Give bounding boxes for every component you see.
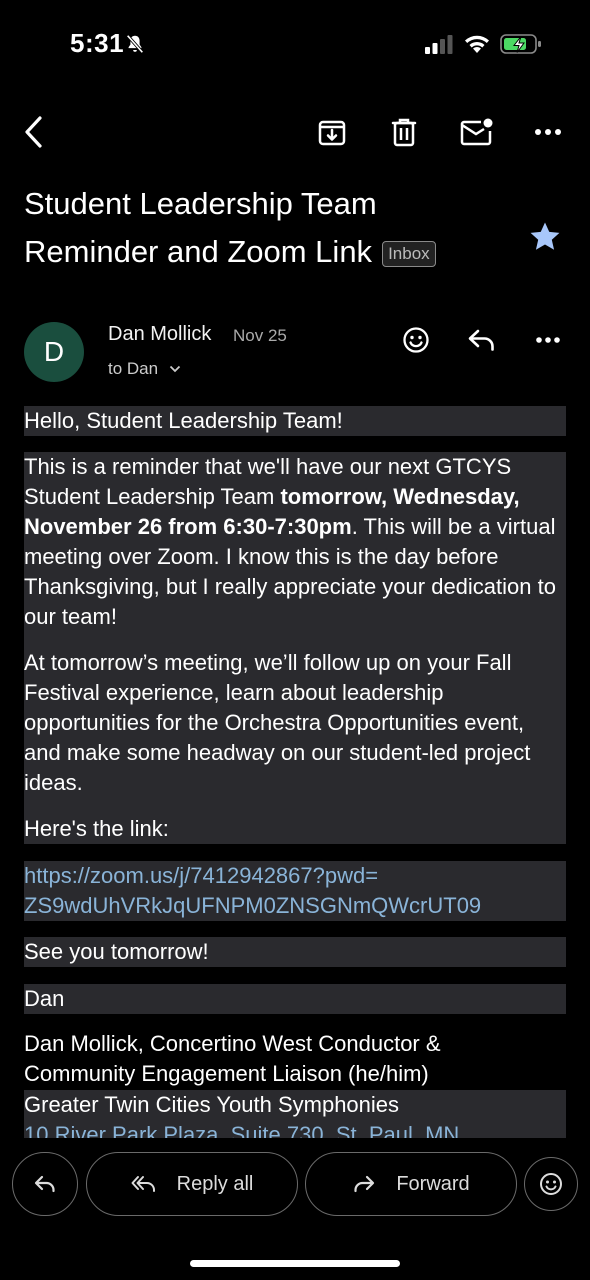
signature-org: Greater Twin Cities Youth Symphonies 10 …	[24, 1090, 566, 1138]
greeting-text: Hello, Student Leadership Team!	[24, 406, 566, 436]
archive-button[interactable]	[312, 112, 352, 152]
message-toolbar	[0, 100, 590, 164]
signoff-text: Dan	[24, 984, 566, 1014]
archive-icon	[318, 120, 346, 146]
bottom-action-bar: Reply all Forward	[0, 1140, 590, 1280]
sent-date: Nov 25	[233, 326, 287, 345]
back-button[interactable]	[14, 112, 54, 152]
sender-avatar[interactable]: D	[24, 322, 84, 382]
chevron-left-icon	[25, 116, 42, 148]
closing-text: See you tomorrow!	[24, 937, 566, 967]
message-more-button[interactable]	[528, 320, 568, 360]
forward-button[interactable]: Forward	[305, 1152, 517, 1216]
more-horizontal-icon	[535, 129, 561, 135]
zoom-link[interactable]: https://zoom.us/j/7412942867?pwd= ZS9wdU…	[24, 861, 566, 921]
message-paragraphs: This is a reminder that we'll have our n…	[24, 452, 566, 844]
trash-icon	[391, 118, 417, 147]
sender-name: Dan Mollick	[108, 323, 212, 345]
home-indicator[interactable]	[190, 1260, 400, 1267]
reply-all-label: Reply all	[176, 1172, 254, 1195]
paragraph-link-intro: Here's the link:	[24, 816, 169, 841]
battery-charging-icon	[500, 34, 541, 54]
smiley-icon	[403, 327, 429, 353]
delete-button[interactable]	[384, 112, 424, 152]
email-subject: Student Leadership Team Reminder and Zoo…	[24, 180, 494, 276]
chevron-down-icon	[169, 365, 180, 373]
more-options-button[interactable]	[528, 112, 568, 152]
inbox-label-badge[interactable]: Inbox	[382, 240, 436, 267]
forward-icon	[354, 1175, 375, 1193]
mark-unread-button[interactable]	[456, 112, 496, 152]
email-body: Hello, Student Leadership Team! This is …	[0, 398, 590, 1138]
reply-icon	[34, 1175, 55, 1193]
silent-bell-icon	[126, 34, 144, 54]
signature-title: Dan Mollick, Concertino West Conductor &…	[24, 1029, 566, 1089]
emoji-react-button[interactable]	[524, 1157, 578, 1211]
status-bar: 5:31	[0, 0, 590, 90]
wifi-icon	[465, 35, 489, 53]
reply-all-button[interactable]: Reply all	[86, 1152, 298, 1216]
mail-unread-icon	[460, 118, 493, 146]
reply-all-icon	[131, 1176, 155, 1192]
subject-line-2: Reminder and Zoom Link	[24, 234, 373, 269]
reply-icon	[468, 329, 494, 351]
paragraph-agenda: At tomorrow’s meeting, we’ll follow up o…	[24, 650, 531, 795]
cell-signal-icon	[425, 35, 453, 54]
forward-label: Forward	[396, 1172, 470, 1195]
zoom-link-line-2[interactable]: ZS9wdUhVRkJqUFNPM0ZNSGNmQWcrUT09	[24, 891, 566, 921]
star-icon[interactable]	[528, 220, 562, 254]
signature-line-2: Community Engagement Liaison (he/him)	[24, 1061, 429, 1086]
organization-name: Greater Twin Cities Youth Symphonies	[24, 1092, 400, 1117]
subject-line-1: Student Leadership Team	[24, 186, 377, 221]
reply-button[interactable]	[462, 320, 502, 360]
reply-pill-button[interactable]	[12, 1152, 78, 1216]
smiley-icon	[540, 1173, 562, 1195]
add-reaction-button[interactable]	[396, 320, 436, 360]
recipient-details-toggle[interactable]: to Dan	[108, 359, 181, 379]
paragraph-reminder: This is a reminder that we'll have our n…	[24, 452, 560, 632]
zoom-link-line-1[interactable]: https://zoom.us/j/7412942867?pwd=	[24, 861, 566, 891]
recipient-text: to Dan	[108, 359, 159, 378]
signature-line-1: Dan Mollick, Concertino West Conductor &	[24, 1031, 441, 1056]
more-horizontal-icon	[536, 337, 560, 343]
address-link[interactable]: 10 River Park Plaza, Suite 730, St. Paul…	[24, 1120, 566, 1138]
status-time: 5:31	[70, 28, 125, 58]
